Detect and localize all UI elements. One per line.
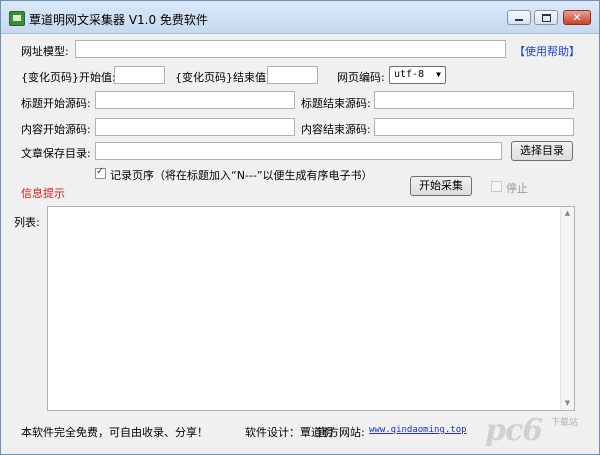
title-bar[interactable]: 覃道明网文采集器 V1.0 免费软件 ✕ [1,1,599,34]
title-end-label: 标题结束源码: [301,97,371,110]
url-template-label: 网址模型: [21,45,69,58]
minimize-button[interactable] [507,10,531,25]
list-scrollbar[interactable]: ▲ ▼ [560,207,574,410]
chevron-down-icon: ▼ [436,70,441,79]
app-icon [9,11,25,26]
scroll-up-icon[interactable]: ▲ [561,207,574,220]
watermark-sub: 下载站 [551,418,579,428]
save-dir-input[interactable] [95,142,502,160]
page-start-label: {变化页码}开始值: [21,71,116,84]
stop-checkbox [491,181,502,192]
encoding-select[interactable]: utf-8 ▼ [389,66,446,84]
result-list[interactable]: ▲ ▼ [47,206,575,411]
help-link[interactable]: 【使用帮助】 [514,43,580,59]
free-notice: 本软件完全免费，可自由收录、分享！ [21,426,208,439]
content-start-input[interactable] [95,118,295,136]
page-start-input[interactable] [114,66,165,84]
content-end-label: 内容结束源码: [301,123,371,136]
website-link[interactable]: www.qindaoming.top [369,425,467,435]
info-hint: 信息提示 [21,187,65,200]
record-page-label: 记录页序（将在标题加入“N---”以便生成有序电子书） [110,169,373,182]
start-collect-button[interactable]: 开始采集 [410,176,472,196]
title-start-label: 标题开始源码: [21,97,91,110]
content-end-input[interactable] [374,118,574,136]
app-window: 覃道明网文采集器 V1.0 免费软件 ✕ 网址模型: 【使用帮助】 {变化页码}… [0,0,600,455]
record-page-checkbox[interactable] [95,166,106,179]
watermark-logo: pc6 [485,413,543,448]
title-start-input[interactable] [95,91,295,109]
page-end-label: {变化页码}结束值: [175,71,270,84]
title-end-input[interactable] [374,91,574,109]
close-icon: ✕ [572,11,582,24]
scroll-down-icon[interactable]: ▼ [561,397,574,410]
choose-dir-button[interactable]: 选择目录 [511,141,573,161]
website-label: 官方网站: [317,426,365,439]
encoding-label: 网页编码: [337,71,385,84]
list-label: 列表: [14,216,40,229]
stop-label: 停止 [506,182,528,195]
content-start-label: 内容开始源码: [21,123,91,136]
window-title: 覃道明网文采集器 V1.0 免费软件 [29,13,208,27]
pc6-watermark: pc6 下载站 [485,411,589,448]
save-dir-label: 文章保存目录: [21,147,91,160]
page-end-input[interactable] [267,66,318,84]
encoding-value: utf-8 [394,69,425,80]
url-template-input[interactable] [75,40,506,58]
close-button[interactable]: ✕ [563,10,591,25]
maximize-button[interactable] [534,10,558,25]
